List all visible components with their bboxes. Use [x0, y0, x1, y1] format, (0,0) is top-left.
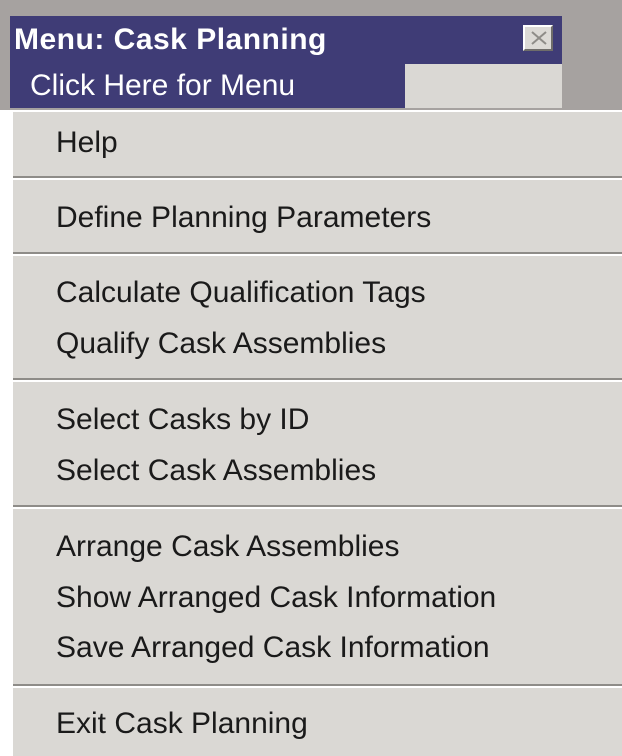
- menu-item-label: Exit Cask Planning: [56, 707, 308, 740]
- menu-header-label: Click Here for Menu: [30, 69, 296, 102]
- menu-separator: [13, 505, 622, 509]
- menu-item-label: Help: [56, 126, 118, 159]
- menu-separator: [13, 378, 622, 382]
- menu-item-qualify-cask-assemblies[interactable]: Qualify Cask Assemblies: [13, 320, 622, 368]
- menu-separator: [13, 684, 622, 688]
- menu-item-show-arranged-cask-information[interactable]: Show Arranged Cask Information: [13, 574, 622, 622]
- menu-item-select-casks-by-id[interactable]: Select Casks by ID: [13, 396, 622, 444]
- dropdown-menu: Help Define Planning Parameters Calculat…: [10, 110, 622, 756]
- menu-item-define-planning-parameters[interactable]: Define Planning Parameters: [13, 194, 622, 242]
- menu-item-label: Select Cask Assemblies: [56, 454, 377, 487]
- title-bar: Menu: Cask Planning: [10, 16, 562, 64]
- menu-separator: [13, 176, 622, 180]
- menu-header-button[interactable]: Click Here for Menu: [10, 64, 405, 108]
- menu-item-label: Show Arranged Cask Information: [56, 581, 497, 614]
- menu-separator: [13, 252, 622, 256]
- menu-item-label: Define Planning Parameters: [56, 201, 432, 234]
- close-icon: [531, 31, 547, 45]
- menu-item-label: Qualify Cask Assemblies: [56, 327, 387, 360]
- menu-item-select-cask-assemblies[interactable]: Select Cask Assemblies: [13, 447, 622, 495]
- menu-item-arrange-cask-assemblies[interactable]: Arrange Cask Assemblies: [13, 523, 622, 571]
- menu-bar: Click Here for Menu: [10, 64, 562, 108]
- menu-item-label: Arrange Cask Assemblies: [56, 530, 400, 563]
- close-button[interactable]: [523, 25, 553, 51]
- menu-item-calculate-qualification-tags[interactable]: Calculate Qualification Tags: [13, 269, 622, 317]
- menu-item-label: Save Arranged Cask Information: [56, 631, 490, 664]
- menu-item-label: Calculate Qualification Tags: [56, 276, 426, 309]
- menu-item-label: Select Casks by ID: [56, 403, 310, 436]
- window-title: Menu: Cask Planning: [14, 23, 327, 56]
- window-background: Menu: Cask Planning Click Here for Menu: [0, 0, 622, 110]
- menu-item-save-arranged-cask-information[interactable]: Save Arranged Cask Information: [13, 624, 622, 672]
- menu-item-help[interactable]: Help: [13, 119, 622, 167]
- menu-item-exit-cask-planning[interactable]: Exit Cask Planning: [13, 700, 622, 748]
